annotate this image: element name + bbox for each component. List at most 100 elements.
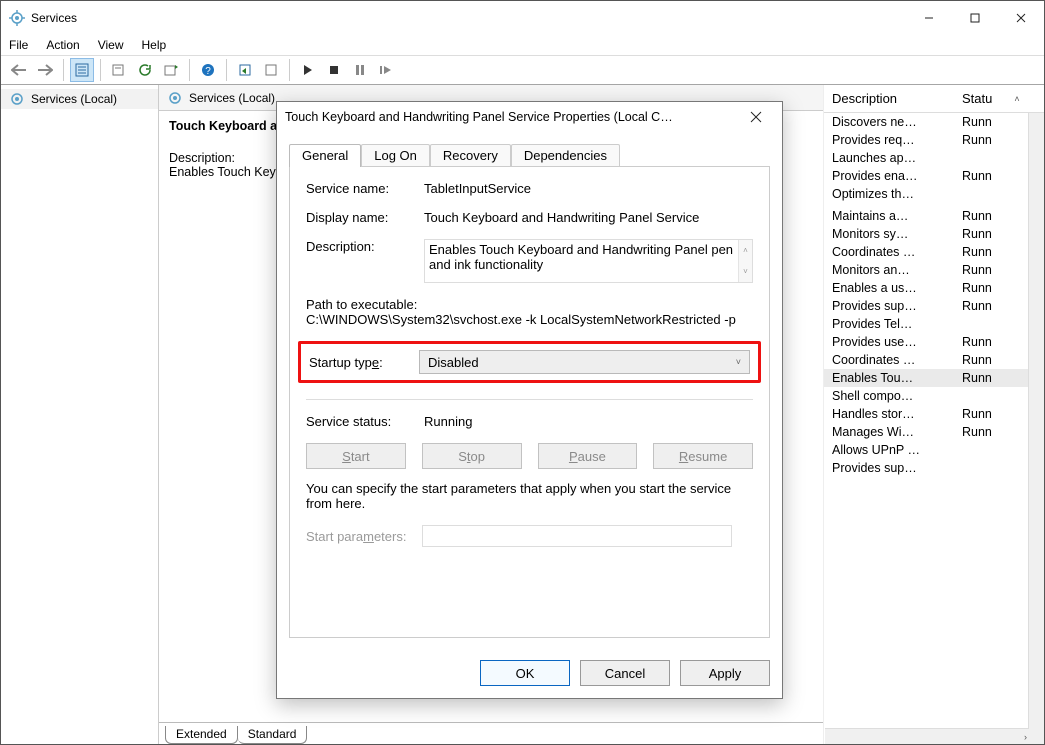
tab-extended[interactable]: Extended bbox=[165, 726, 238, 744]
list-item[interactable]: Maintains a…Runn bbox=[824, 207, 1044, 225]
stop-button[interactable]: Stop bbox=[422, 443, 522, 469]
refresh-button[interactable] bbox=[133, 58, 157, 82]
properties-button-2[interactable] bbox=[233, 58, 257, 82]
cell-description: Launches ap… bbox=[832, 151, 962, 165]
cell-status bbox=[962, 389, 1017, 403]
startup-type-select[interactable]: Disabled ˅ bbox=[419, 350, 750, 374]
toolbar: ? bbox=[1, 55, 1044, 85]
ok-button[interactable]: OK bbox=[480, 660, 570, 686]
cell-description: Allows UPnP … bbox=[832, 443, 962, 457]
properties-button-1[interactable] bbox=[107, 58, 131, 82]
pause-service-button[interactable] bbox=[348, 58, 372, 82]
startup-type-row: Startup type: Disabled ˅ bbox=[298, 341, 761, 383]
column-description[interactable]: Description bbox=[824, 85, 954, 112]
list-item[interactable]: Provides ena…Runn bbox=[824, 167, 1044, 185]
list-item[interactable]: Enables a us…Runn bbox=[824, 279, 1044, 297]
tab-general-page: Service name: TabletInputService Display… bbox=[289, 166, 770, 638]
cell-status: Runn bbox=[962, 407, 1017, 421]
tab-dependencies[interactable]: Dependencies bbox=[511, 144, 620, 167]
column-status[interactable]: Statu bbox=[954, 85, 1009, 112]
cell-description: Enables a us… bbox=[832, 281, 962, 295]
dialog-buttons: OK Cancel Apply bbox=[277, 650, 782, 698]
list-item[interactable]: Monitors an…Runn bbox=[824, 261, 1044, 279]
path-value: C:\WINDOWS\System32\svchost.exe -k Local… bbox=[306, 312, 753, 327]
list-item[interactable]: Provides use…Runn bbox=[824, 333, 1044, 351]
list-item[interactable]: Coordinates …Runn bbox=[824, 351, 1044, 369]
dialog-close-button[interactable] bbox=[738, 103, 774, 131]
tab-standard[interactable]: Standard bbox=[238, 726, 308, 744]
tab-recovery[interactable]: Recovery bbox=[430, 144, 511, 167]
resume-button[interactable]: Resume bbox=[653, 443, 753, 469]
startup-type-value: Disabled bbox=[428, 355, 479, 370]
horizontal-scrollbar[interactable]: › bbox=[825, 728, 1029, 744]
cancel-button[interactable]: Cancel bbox=[580, 660, 670, 686]
list-item[interactable]: Allows UPnP … bbox=[824, 441, 1044, 459]
cell-description: Provides sup… bbox=[832, 299, 962, 313]
tree-item-label: Services (Local) bbox=[31, 92, 117, 106]
close-button[interactable] bbox=[998, 3, 1044, 33]
nav-forward-button[interactable] bbox=[33, 58, 57, 82]
pause-button[interactable]: Pause bbox=[538, 443, 638, 469]
stop-service-button[interactable] bbox=[322, 58, 346, 82]
tree-item-services-local[interactable]: Services (Local) bbox=[1, 89, 158, 109]
center-header-label: Services (Local) bbox=[189, 91, 275, 105]
display-name-value: Touch Keyboard and Handwriting Panel Ser… bbox=[424, 210, 753, 225]
cell-status: Runn bbox=[962, 425, 1017, 439]
center-tabs: Extended Standard bbox=[159, 722, 823, 744]
titlebar: Services bbox=[1, 1, 1044, 35]
cell-description: Coordinates … bbox=[832, 245, 962, 259]
cell-status bbox=[962, 151, 1017, 165]
show-hide-tree-button[interactable] bbox=[70, 58, 94, 82]
list-item[interactable]: Enables Tou…Runn bbox=[824, 369, 1044, 387]
cell-status: Runn bbox=[962, 115, 1017, 129]
menu-file[interactable]: File bbox=[9, 38, 28, 52]
vertical-scrollbar[interactable]: › bbox=[1028, 113, 1044, 744]
start-service-button[interactable] bbox=[296, 58, 320, 82]
divider bbox=[306, 399, 753, 400]
cell-description: Optimizes th… bbox=[832, 187, 962, 201]
properties-button-3[interactable] bbox=[259, 58, 283, 82]
cell-status bbox=[962, 317, 1017, 331]
chevron-down-icon[interactable]: ˅ bbox=[739, 261, 752, 282]
cell-status: Runn bbox=[962, 281, 1017, 295]
service-status-label: Service status: bbox=[306, 414, 424, 429]
tab-general[interactable]: General bbox=[289, 144, 361, 167]
list-item[interactable]: Provides Tel… bbox=[824, 315, 1044, 333]
menubar: File Action View Help bbox=[1, 35, 1044, 55]
scroll-up-icon[interactable]: ˄ bbox=[1009, 85, 1025, 112]
nav-back-button[interactable] bbox=[7, 58, 31, 82]
cell-description: Provides req… bbox=[832, 133, 962, 147]
help-button[interactable]: ? bbox=[196, 58, 220, 82]
start-button[interactable]: Start bbox=[306, 443, 406, 469]
list-item[interactable]: Monitors sy…Runn bbox=[824, 225, 1044, 243]
maximize-button[interactable] bbox=[952, 3, 998, 33]
list-item[interactable]: Provides req…Runn bbox=[824, 131, 1044, 149]
menu-view[interactable]: View bbox=[98, 38, 124, 52]
service-name-value: TabletInputService bbox=[424, 181, 753, 196]
restart-service-button[interactable] bbox=[374, 58, 398, 82]
list-item[interactable]: Shell compo… bbox=[824, 387, 1044, 405]
services-icon bbox=[9, 10, 25, 26]
apply-button[interactable]: Apply bbox=[680, 660, 770, 686]
list-item[interactable]: Optimizes th… bbox=[824, 185, 1044, 203]
chevron-up-icon[interactable]: ˄ bbox=[739, 240, 752, 261]
list-item[interactable]: Provides sup… bbox=[824, 459, 1044, 477]
start-parameters-hint: You can specify the start parameters tha… bbox=[306, 481, 753, 511]
cell-description: Provides sup… bbox=[832, 461, 962, 475]
tab-log-on[interactable]: Log On bbox=[361, 144, 430, 167]
menu-action[interactable]: Action bbox=[46, 38, 79, 52]
list-item[interactable]: Manages Wi…Runn bbox=[824, 423, 1044, 441]
cell-status bbox=[962, 187, 1017, 201]
list-item[interactable]: Coordinates …Runn bbox=[824, 243, 1044, 261]
menu-help[interactable]: Help bbox=[142, 38, 167, 52]
minimize-button[interactable] bbox=[906, 3, 952, 33]
cell-status: Runn bbox=[962, 209, 1017, 223]
chevron-down-icon: ˅ bbox=[736, 357, 741, 367]
start-parameters-input[interactable] bbox=[422, 525, 732, 547]
list-item[interactable]: Discovers ne…Runn bbox=[824, 113, 1044, 131]
list-item[interactable]: Launches ap… bbox=[824, 149, 1044, 167]
list-item[interactable]: Handles stor…Runn bbox=[824, 405, 1044, 423]
list-item[interactable]: Provides sup…Runn bbox=[824, 297, 1044, 315]
gear-icon bbox=[167, 90, 183, 106]
export-button[interactable] bbox=[159, 58, 183, 82]
